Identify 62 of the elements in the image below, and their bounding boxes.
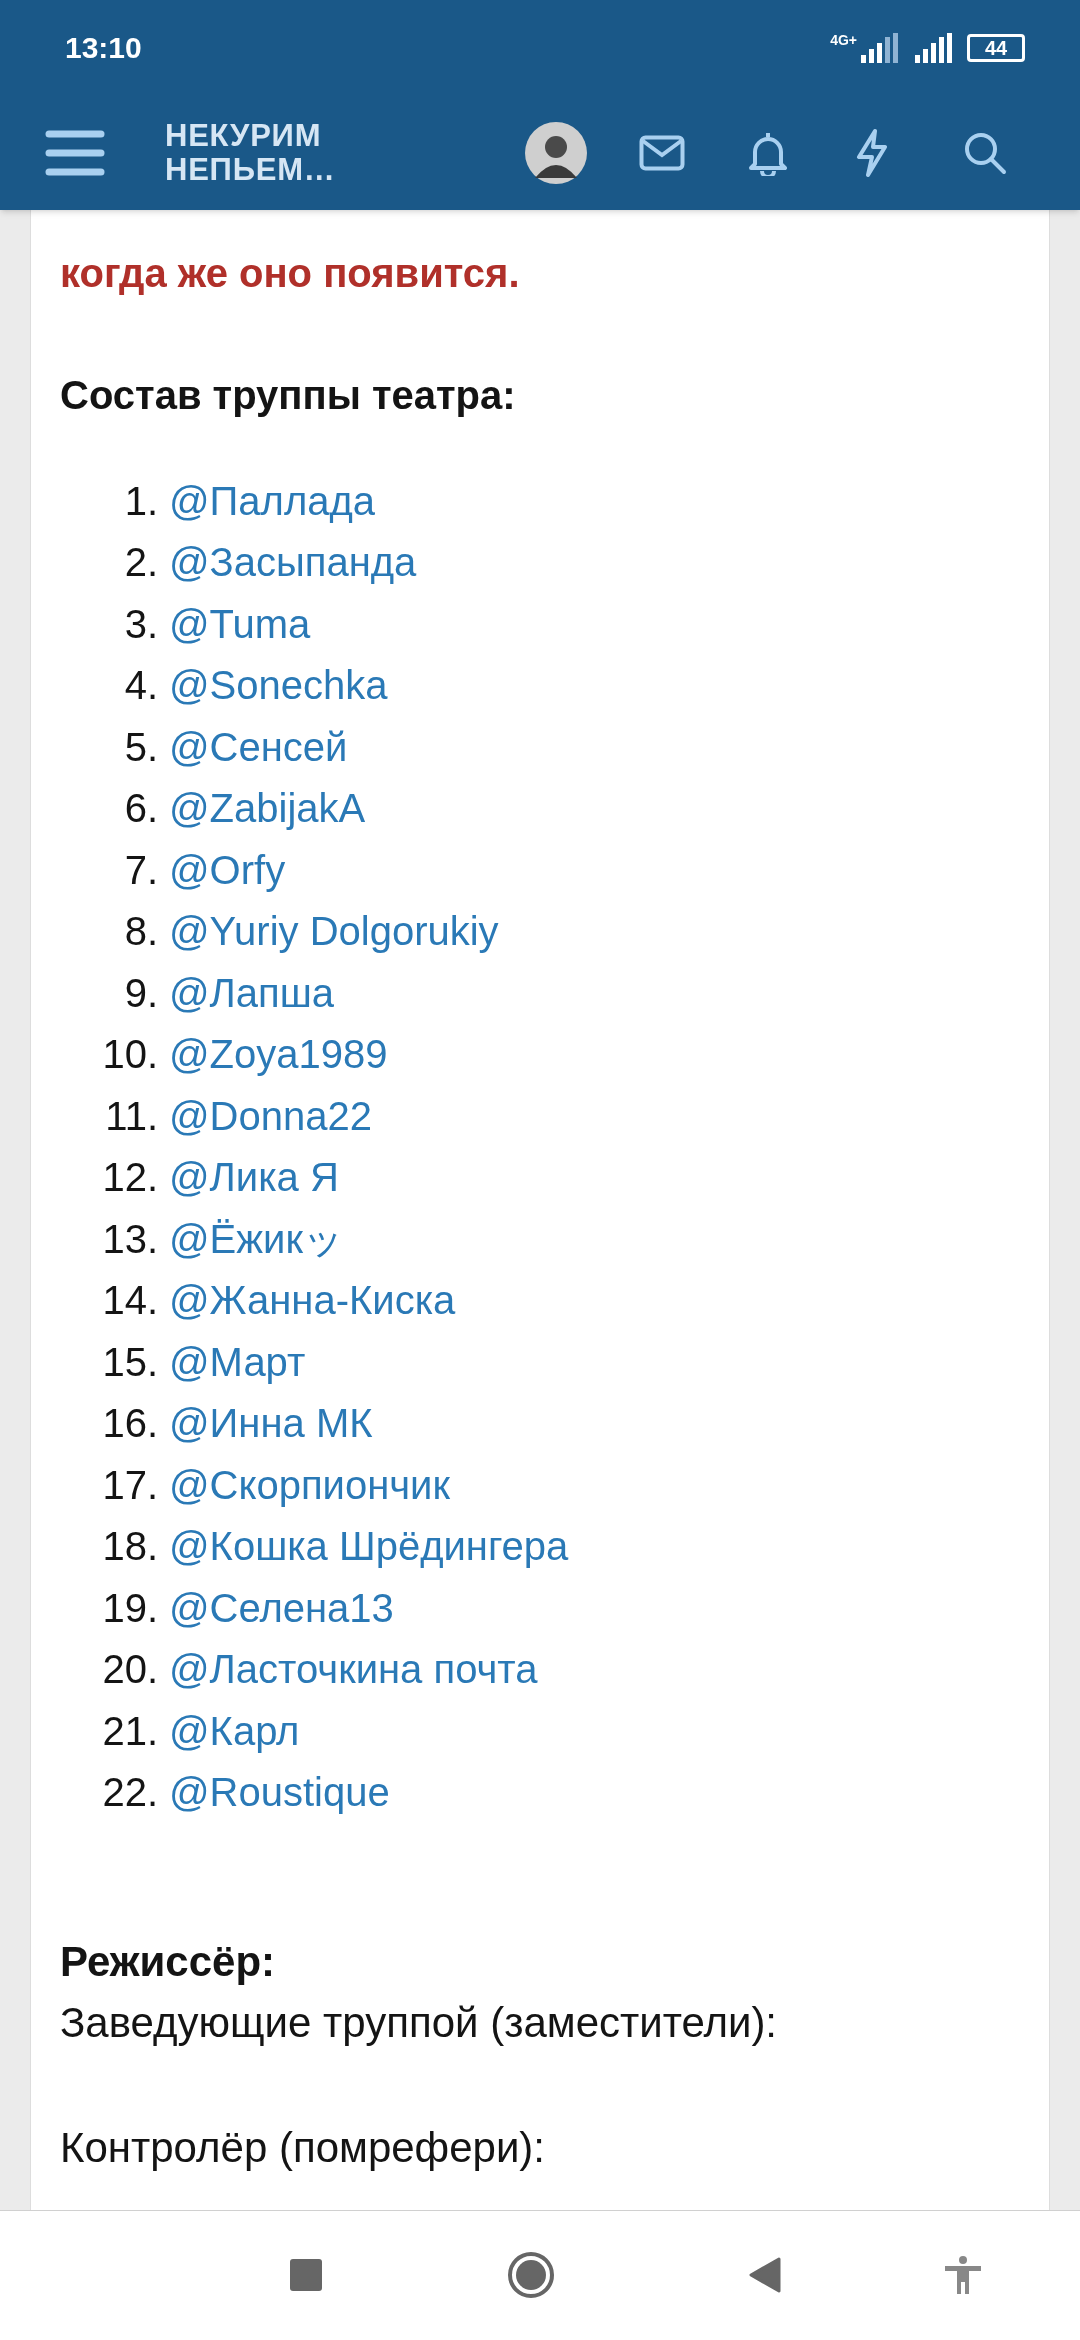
list-number: 15. bbox=[101, 1338, 158, 1386]
list-number: 12. bbox=[101, 1154, 158, 1202]
user-mention-link[interactable]: @Ёжикッ bbox=[169, 1208, 344, 1269]
list-number: 10. bbox=[101, 1031, 158, 1079]
avatar[interactable] bbox=[525, 121, 587, 184]
list-number: 3. bbox=[123, 600, 158, 648]
back-icon[interactable] bbox=[749, 2257, 781, 2293]
accessibility-icon[interactable] bbox=[945, 2256, 981, 2294]
user-mention-link[interactable]: @Сенсей bbox=[169, 716, 348, 777]
list-number: 6. bbox=[123, 785, 158, 833]
user-mention-link[interactable]: @Zoya1989 bbox=[169, 1024, 388, 1085]
user-mention-link[interactable]: @Кошка Шрёдингера bbox=[169, 1516, 569, 1577]
list-number: 20. bbox=[101, 1646, 158, 1694]
list-number: 18. bbox=[101, 1523, 158, 1571]
list-number: 1. bbox=[123, 477, 158, 525]
list-number: 9. bbox=[123, 969, 158, 1017]
signal-icon bbox=[913, 32, 953, 63]
list-number: 2. bbox=[123, 539, 158, 587]
user-mention-link[interactable]: @Orfy bbox=[169, 839, 286, 900]
section-heading: Состав труппы театра: bbox=[60, 372, 517, 419]
list-number: 8. bbox=[123, 908, 158, 956]
list-number: 21. bbox=[101, 1707, 158, 1755]
list-number: 5. bbox=[123, 723, 158, 771]
user-mention-link[interactable]: @Инна МК bbox=[169, 1393, 373, 1454]
battery-level: 44 bbox=[984, 37, 1008, 58]
user-mention-link[interactable]: @Roustique bbox=[169, 1762, 390, 1823]
role-label: Заведующие труппой (заместители): bbox=[60, 1998, 779, 2048]
list-number: 4. bbox=[123, 662, 158, 710]
clock: 13:10 bbox=[65, 30, 142, 66]
list-number: 17. bbox=[101, 1461, 158, 1509]
mail-icon[interactable] bbox=[639, 134, 685, 171]
home-icon[interactable] bbox=[507, 2251, 555, 2299]
user-mention-link[interactable]: @ZabijakA bbox=[169, 778, 366, 839]
user-mention-link[interactable]: @Tuma bbox=[169, 593, 311, 654]
user-mention-link[interactable]: @Лика Я bbox=[169, 1147, 339, 1208]
user-mention-link[interactable]: @Засыпанда bbox=[169, 532, 417, 593]
bolt-icon[interactable] bbox=[855, 128, 889, 177]
highlighted-text: когда же оно появится. bbox=[60, 250, 521, 297]
user-mention-link[interactable]: @Селена13 bbox=[169, 1577, 394, 1638]
list-number: 22. bbox=[101, 1769, 158, 1817]
user-mention-link[interactable]: @Скорпиончик bbox=[169, 1454, 450, 1515]
search-icon[interactable] bbox=[963, 130, 1007, 175]
signal-icon bbox=[859, 32, 899, 63]
user-mention-link[interactable]: @Donna22 bbox=[169, 1085, 372, 1146]
user-mention-link[interactable]: @Паллада bbox=[169, 470, 376, 531]
site-logo[interactable]: НЕКУРИМ НЕПЬЕМ… bbox=[165, 118, 405, 187]
list-number: 16. bbox=[101, 1400, 158, 1448]
user-mention-link[interactable]: @Март bbox=[169, 1331, 306, 1392]
user-mention-link[interactable]: @Yuriy Dolgorukiy bbox=[169, 901, 499, 962]
user-mention-link[interactable]: @Sonechka bbox=[169, 655, 388, 716]
user-mention-link[interactable]: @Жанна-Киска bbox=[169, 1270, 456, 1331]
list-number: 13. bbox=[101, 1215, 158, 1263]
role-heading: Режиссёр: bbox=[60, 1937, 277, 1987]
list-number: 7. bbox=[123, 846, 158, 894]
list-number: 19. bbox=[101, 1584, 158, 1632]
role-label: Контролёр (помрефери): bbox=[60, 2123, 546, 2173]
list-number: 11. bbox=[104, 1092, 158, 1140]
user-mention-link[interactable]: @Ласточкина почта bbox=[169, 1639, 538, 1700]
user-mention-link[interactable]: @Лапша bbox=[169, 962, 335, 1023]
network-type: 4G+ bbox=[830, 32, 857, 47]
list-number: 14. bbox=[101, 1277, 158, 1325]
user-mention-link[interactable]: @Карл bbox=[169, 1700, 300, 1761]
